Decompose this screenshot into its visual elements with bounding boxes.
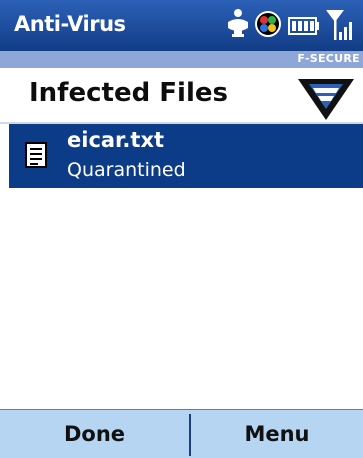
done-button[interactable]: Done: [0, 410, 189, 458]
text-file-icon: [25, 142, 47, 168]
signal-icon: [326, 10, 352, 40]
softkey-bar: Done Menu: [0, 409, 363, 458]
brand-text: F-SECURE: [297, 52, 360, 65]
page-header: Infected Files: [0, 68, 363, 123]
page-title: Infected Files: [29, 78, 228, 108]
brand-strip: F-SECURE: [0, 51, 363, 68]
title-bar: Anti-Virus: [0, 0, 363, 51]
app-title: Anti-Virus: [14, 12, 126, 36]
sync-icon: [228, 9, 248, 37]
menu-button[interactable]: Menu: [191, 410, 363, 458]
file-name: eicar.txt: [67, 128, 165, 152]
list-item[interactable]: eicar.txt Quarantined: [9, 124, 363, 188]
battery-icon: [288, 17, 319, 35]
f-secure-logo-icon: [298, 79, 354, 120]
color-circle-icon: [255, 11, 281, 37]
file-status: Quarantined: [67, 159, 186, 181]
